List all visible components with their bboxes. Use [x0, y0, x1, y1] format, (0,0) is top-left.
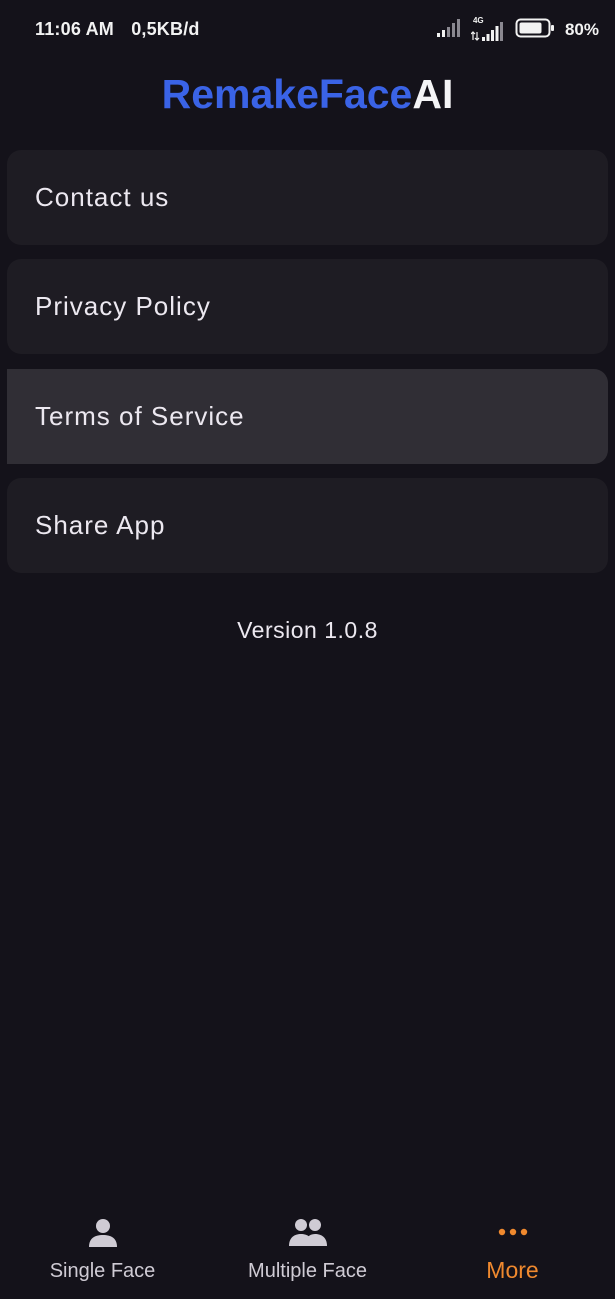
menu-item-privacy-policy[interactable]: Privacy Policy — [7, 259, 608, 354]
app-title-secondary: AI — [412, 71, 454, 117]
menu-item-label: Contact us — [35, 182, 170, 212]
signal-icon — [436, 18, 461, 42]
status-bar: 11:06 AM 0,5KB/d 4G 80% — [0, 0, 615, 60]
menu-item-contact-us[interactable]: Contact us — [7, 150, 608, 245]
nav-item-multiple-face[interactable]: Multiple Face — [205, 1200, 410, 1299]
people-icon — [205, 1214, 410, 1250]
app-title-primary: RemakeFace — [161, 71, 413, 117]
status-right: 4G 80% — [436, 16, 599, 43]
version-text: Version 1.0.8 — [237, 617, 378, 643]
menu-item-label: Terms of Service — [35, 401, 245, 431]
nav-label-single-face: Single Face — [49, 1260, 156, 1282]
nav-item-single-face[interactable]: Single Face — [0, 1200, 205, 1299]
person-icon — [0, 1214, 205, 1250]
menu-item-share-app[interactable]: Share App — [7, 478, 608, 573]
menu-item-terms-of-service[interactable]: Terms of Service — [7, 369, 608, 464]
app-title: RemakeFaceAI — [0, 70, 615, 118]
nav-label-more: More — [486, 1257, 539, 1283]
battery-icon — [515, 18, 555, 43]
status-left: 11:06 AM 0,5KB/d — [35, 19, 200, 40]
status-time: 11:06 AM — [35, 19, 114, 39]
menu-item-label: Privacy Policy — [35, 291, 211, 321]
battery-percent: 80% — [564, 20, 599, 39]
more-dots-icon — [410, 1214, 615, 1250]
bottom-nav: Single Face Multiple Face More — [0, 1200, 615, 1299]
status-data-rate: 0,5KB/d — [131, 19, 200, 39]
menu-item-label: Share App — [35, 510, 166, 540]
nav-label-multiple-face: Multiple Face — [248, 1260, 367, 1282]
signal-4g-icon: 4G — [470, 16, 505, 42]
nav-item-more[interactable]: More — [410, 1200, 615, 1299]
